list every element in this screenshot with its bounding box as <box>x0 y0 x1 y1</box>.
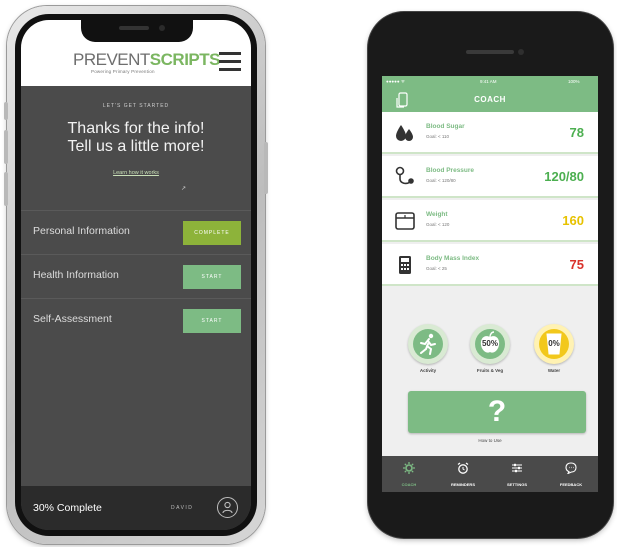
water-tracker[interactable]: 0% <box>534 324 574 364</box>
stethoscope-icon <box>395 166 414 185</box>
metric-goal: Goal: < 120/80 <box>426 178 456 183</box>
status-bar: ●●●●● ᯤ 9:41 AM 100% <box>382 76 598 87</box>
phone-left: PREVENTSCRIPTS Powering Primary Preventi… <box>4 6 268 544</box>
tagline: Powering Primary Prevention <box>91 69 155 74</box>
gear-icon <box>403 462 415 474</box>
power-button <box>264 142 268 194</box>
metric-name: Blood Sugar <box>426 123 465 130</box>
metric-goal: Goal: < 110 <box>426 134 450 139</box>
sliders-icon <box>512 463 522 473</box>
metric-blood-sugar[interactable]: Blood Sugar Goal: < 110 78 <box>382 112 598 154</box>
blood-drop-icon <box>396 125 413 141</box>
how-to-use-label: How to Use <box>478 438 502 443</box>
page-title: Thanks for the info! Tell us a little mo… <box>21 120 251 156</box>
page-title: COACH <box>474 95 506 104</box>
title-line-2: Tell us a little more! <box>67 138 205 155</box>
front-camera <box>159 25 165 31</box>
nav-label: FEEDBACK <box>559 482 583 487</box>
volume-down-button <box>4 172 8 206</box>
speaker <box>466 50 514 54</box>
clock: 9:41 AM <box>480 79 497 84</box>
progress-text: 30% Complete <box>33 502 102 514</box>
nav-label: SETTINGS <box>506 482 527 487</box>
stage: PREVENTSCRIPTS Powering Primary Preventi… <box>0 0 617 547</box>
speaker <box>119 26 149 30</box>
cursor-icon: ↗ <box>181 186 187 192</box>
start-health-button[interactable]: START <box>183 265 241 289</box>
phone-right-screen: ●●●●● ᯤ 9:41 AM 100% COACH Blood Sugar G… <box>382 76 598 492</box>
row-self-assessment[interactable]: Self-Assessment START <box>21 298 251 342</box>
tracker-label: Water <box>547 368 561 373</box>
phone-right: ●●●●● ᯤ 9:41 AM 100% COACH Blood Sugar G… <box>368 12 613 538</box>
start-assessment-button[interactable]: START <box>183 309 241 333</box>
activity-tracker[interactable] <box>408 324 448 364</box>
nav-settings[interactable]: SETTINGS <box>490 456 544 492</box>
kicker-text: LET'S GET STARTED <box>102 103 170 109</box>
metric-goal: Goal: < 120 <box>426 222 450 227</box>
username: DAVID <box>171 505 194 511</box>
metric-value: 160 <box>562 213 584 228</box>
metric-bmi[interactable]: Body Mass Index Goal: < 25 75 <box>382 244 598 286</box>
row-label: Self-Assessment <box>33 313 112 325</box>
row-health-information[interactable]: Health Information START <box>21 254 251 298</box>
nav-label: COACH <box>401 482 417 487</box>
runner-icon <box>420 333 436 355</box>
nav-label: REMINDERS <box>450 482 475 487</box>
tracker-label: Activity <box>419 368 437 373</box>
nav-reminders[interactable]: REMINDERS <box>436 456 490 492</box>
scale-icon <box>395 212 415 230</box>
battery-indicator: 100% <box>568 79 580 84</box>
water-percent: 0% <box>548 339 560 348</box>
onboarding-panel: LET'S GET STARTED Thanks for the info! T… <box>21 86 251 486</box>
user-icon[interactable] <box>217 497 238 518</box>
progress-footer: 30% Complete DAVID <box>21 486 251 530</box>
bottom-nav: COACH REMINDERS SETTINGS FEEDBACK <box>382 456 598 492</box>
how-to-use-button[interactable]: ? <box>408 391 586 433</box>
metric-value: 75 <box>569 257 584 272</box>
metric-value: 78 <box>569 125 584 140</box>
row-label: Personal Information <box>33 225 130 237</box>
row-label: Health Information <box>33 269 119 281</box>
front-camera <box>518 49 524 55</box>
chat-bubble-icon <box>565 462 577 474</box>
row-personal-information[interactable]: Personal Information COMPLETE <box>21 210 251 254</box>
calculator-icon <box>399 256 411 274</box>
fruits-veg-percent: 50% <box>481 339 498 348</box>
metric-goal: Goal: < 25 <box>426 266 447 271</box>
alarm-clock-icon <box>457 462 469 474</box>
tracker-label: Fruits & Veg <box>476 368 504 373</box>
title-line-1: Thanks for the info! <box>67 120 205 137</box>
logo-suffix: SCRIPTS <box>149 50 221 69</box>
metric-weight[interactable]: Weight Goal: < 120 160 <box>382 200 598 242</box>
signal-indicator: ●●●●● ᯤ <box>386 79 405 84</box>
metric-name: Weight <box>426 211 448 218</box>
nav-coach[interactable]: COACH <box>382 456 436 492</box>
hamburger-icon[interactable] <box>219 52 241 72</box>
phone-left-screen: PREVENTSCRIPTS Powering Primary Preventi… <box>21 20 251 530</box>
learn-how-link[interactable]: Learn how it works <box>21 170 251 176</box>
brand-logo[interactable]: PREVENTSCRIPTS <box>73 50 220 70</box>
metric-name: Body Mass Index <box>426 255 480 262</box>
mute-switch <box>4 102 8 120</box>
fruits-veg-tracker[interactable]: 50% <box>470 324 510 364</box>
logo-prefix: PREVENT <box>73 50 150 69</box>
complete-button[interactable]: COMPLETE <box>183 221 241 245</box>
nav-feedback[interactable]: FEEDBACK <box>544 456 598 492</box>
metric-blood-pressure[interactable]: Blood Pressure Goal: < 120/80 120/80 <box>382 156 598 198</box>
coach-header: COACH <box>382 87 598 112</box>
metric-name: Blood Pressure <box>426 167 475 174</box>
volume-up-button <box>4 130 8 164</box>
metric-value: 120/80 <box>544 169 584 184</box>
notch <box>81 20 193 42</box>
